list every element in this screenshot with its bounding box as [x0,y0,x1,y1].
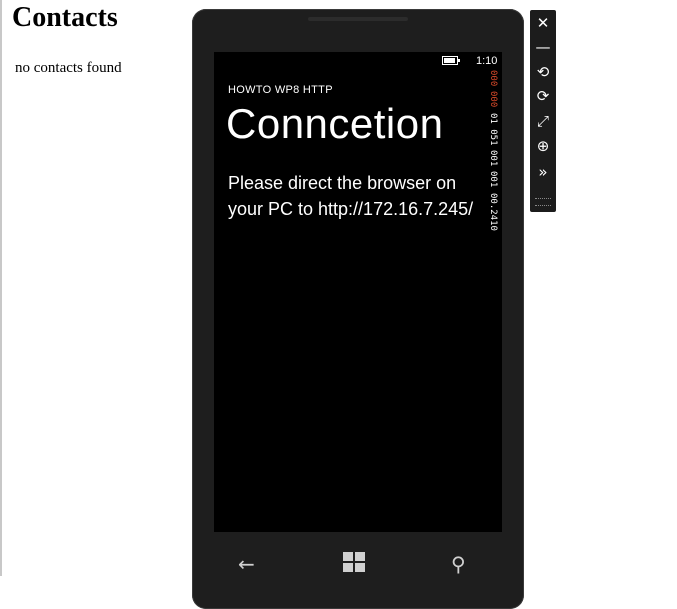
screen-page-title: Conncetion [226,100,444,147]
status-bar: 1:10 [214,52,502,74]
frame-counter: 001 [488,150,498,167]
zoom-icon[interactable]: ⊕ [530,135,556,157]
frame-counter: 001 [488,171,498,188]
frame-counter: 00.2410 [488,192,498,231]
phone-screen[interactable]: 1:10 HOWTO WP8 HTTP Conncetion Please di… [214,52,502,532]
back-arrow-icon[interactable]: ← [238,554,255,574]
additional-tools-icon[interactable]: » [530,161,556,183]
close-icon[interactable]: ✕ [530,12,556,34]
minimize-icon[interactable]: — [530,36,556,58]
empty-state-message: no contacts found [15,60,122,76]
toolbar-drag-grip[interactable] [535,198,551,206]
fit-to-screen-icon[interactable]: ⤢ [530,110,556,132]
rotate-left-icon[interactable]: ⟲ [530,61,556,83]
app-title: HOWTO WP8 HTTP [228,84,333,96]
window-left-border [0,0,2,576]
emulator-phone-frame: 1:10 HOWTO WP8 HTTP Conncetion Please di… [192,9,524,609]
frame-rate-counters: 000 000 01 051 001 001 00.2410 [488,70,502,236]
status-clock: 1:10 [476,55,498,67]
windows-logo-icon[interactable] [343,552,367,574]
phone-speaker [308,17,408,21]
frame-counter: 000 [488,91,498,108]
emulator-toolbar: ✕ — ⟲ ⟳ ⤢ ⊕ » [530,10,556,212]
frame-counter: 000 [488,70,498,87]
search-icon[interactable]: ⚲ [451,554,466,574]
connection-instruction: Please direct the browser on your PC to … [228,173,474,219]
phone-nav-bar: ← ⚲ [192,544,524,594]
page-heading: Contacts [12,2,118,33]
rotate-right-icon[interactable]: ⟳ [530,85,556,107]
frame-counter: 01 051 [488,112,498,146]
battery-icon [442,56,460,65]
